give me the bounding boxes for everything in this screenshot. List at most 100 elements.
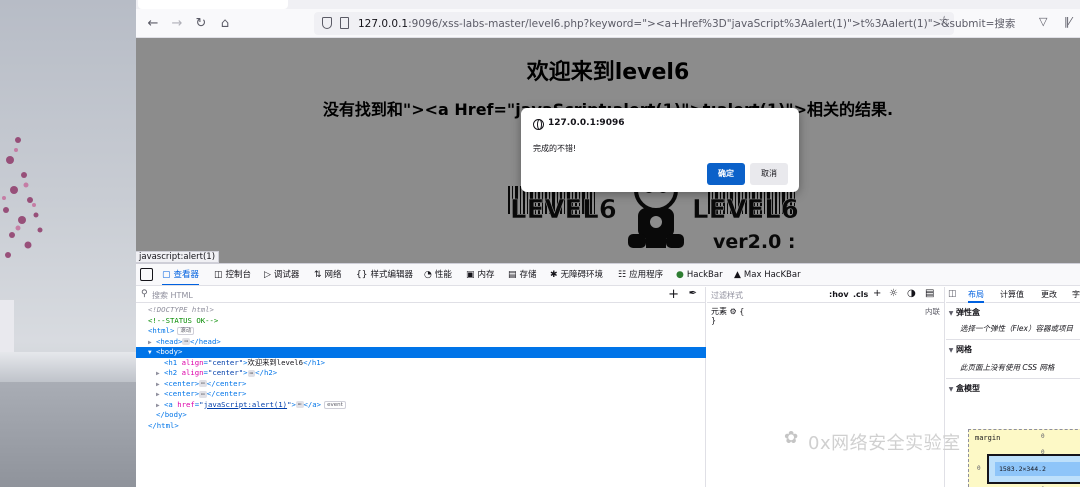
print-media-icon[interactable]: ▤ bbox=[925, 288, 934, 299]
page-info-icon[interactable] bbox=[340, 17, 349, 29]
sidebar-toggle-icon[interactable]: ◫ bbox=[948, 289, 957, 299]
markup-line-comment[interactable]: <!--STATUS OK--> bbox=[148, 316, 218, 327]
collapse-arrow-icon: ▼ bbox=[948, 347, 954, 354]
watermark-text: 0x网络安全实验室 bbox=[808, 433, 961, 454]
hackbar-icon: ● bbox=[676, 270, 684, 280]
cls-toggle[interactable]: .cls bbox=[853, 290, 868, 299]
collapsed-dots-icon[interactable]: ⋯ bbox=[199, 380, 207, 387]
markup-line-body-selected[interactable]: ▼ <body> bbox=[136, 347, 706, 358]
tab-performance[interactable]: ◔ 性能 bbox=[424, 264, 452, 285]
element-picker-icon[interactable] bbox=[140, 268, 153, 281]
globe-icon bbox=[533, 119, 544, 130]
tab-debugger[interactable]: ▷ 调试器 bbox=[264, 264, 299, 285]
style-editor-icon: {} bbox=[356, 270, 368, 280]
add-rule-icon[interactable]: + bbox=[873, 288, 881, 299]
collapsed-dots-icon[interactable]: ⋯ bbox=[295, 401, 304, 408]
active-tab[interactable] bbox=[138, 0, 288, 9]
tab-layout[interactable]: 布局 bbox=[968, 289, 984, 303]
markup-line-body-close[interactable]: </body> bbox=[156, 410, 187, 421]
markup-line-anchor[interactable]: ▶ <a href="javaScript:alert(1)"> ⋯ </a> even… bbox=[156, 400, 346, 411]
flexbox-section-header[interactable]: ▼ 弹性盒 bbox=[946, 307, 1080, 318]
add-node-icon[interactable]: + bbox=[668, 287, 679, 302]
shield-icon[interactable] bbox=[322, 17, 332, 29]
dark-theme-icon[interactable]: ◑ bbox=[907, 288, 916, 299]
tab-computed[interactable]: 计算值 bbox=[1000, 289, 1024, 300]
cancel-button[interactable]: 取消 bbox=[750, 163, 788, 185]
tab-strip bbox=[136, 0, 1080, 9]
tab-accessibility[interactable]: ✱ 无障碍环境 bbox=[550, 264, 603, 285]
tab-memory[interactable]: ▣ 内存 bbox=[466, 264, 495, 285]
markup-line-html-close[interactable]: </html> bbox=[148, 421, 179, 432]
url-path: :9096/xss-labs-master/level6.php?keyword… bbox=[408, 18, 1016, 30]
url-bar[interactable]: 127.0.0.1:9096/xss-labs-master/level6.ph… bbox=[314, 12, 1015, 35]
markup-line-h2[interactable]: ▶ <h2 align="center"> ⋯ </h2> bbox=[156, 368, 277, 379]
layout-sidebar: ◫ 布局 计算值 更改 字 ▼ 弹性盒 选择一个弹性（Flex）容器或项目 ▼ 网格… bbox=[946, 287, 1080, 487]
devtools-toolbar: ▢ 查看器 ◫ 控制台 ▷ 调试器 ⇅ 网络 {} 样式编辑器 ◔ 性能 ▣ 内存 ▤ 存储 ✱… bbox=[136, 264, 1080, 286]
url-host: 127.0.0.1 bbox=[358, 18, 409, 30]
light-theme-icon[interactable]: ☼ bbox=[889, 288, 898, 299]
flexbox-hint: 选择一个弹性（Flex）容器或项目 bbox=[960, 324, 1073, 333]
markup-line-head[interactable]: ▶ <head> ⋯ </head> bbox=[148, 337, 221, 348]
margin-left-value[interactable]: 0 bbox=[977, 465, 981, 472]
back-icon[interactable]: ← bbox=[144, 15, 162, 33]
tab-console[interactable]: ◫ 控制台 bbox=[214, 264, 251, 285]
divider bbox=[946, 339, 1080, 340]
bookmark-star-icon[interactable]: ☆ bbox=[938, 14, 950, 29]
collapse-arrow-icon: ▼ bbox=[948, 310, 954, 317]
content-box[interactable]: 1583.2×344.2 bbox=[995, 462, 1080, 476]
tab-max-hackbar[interactable]: ▲ Max HacKBar bbox=[734, 264, 801, 285]
desktop-background bbox=[0, 0, 136, 487]
tab-storage[interactable]: ▤ 存储 bbox=[508, 264, 537, 285]
window-sill bbox=[0, 352, 136, 382]
url-text[interactable]: 127.0.0.1:9096/xss-labs-master/level6.ph… bbox=[358, 16, 1015, 31]
home-icon[interactable]: ⌂ bbox=[216, 15, 234, 33]
inline-label: 内联 bbox=[925, 307, 940, 316]
desk-shadow bbox=[0, 382, 136, 487]
tab-hackbar[interactable]: ● HackBar bbox=[676, 264, 723, 285]
debugger-icon: ▷ bbox=[264, 270, 271, 280]
console-icon: ◫ bbox=[214, 270, 223, 280]
collapse-arrow-icon: ▼ bbox=[948, 386, 954, 393]
boxmodel-section-header[interactable]: ▼ 盒模型 bbox=[946, 383, 1080, 394]
forward-icon[interactable]: → bbox=[168, 15, 186, 33]
markup-line-html[interactable]: <html> 滚动 bbox=[148, 326, 195, 337]
reload-icon[interactable]: ↻ bbox=[192, 15, 210, 33]
markup-line-doctype[interactable]: <!DOCTYPE html> bbox=[148, 305, 214, 316]
tab-network[interactable]: ⇅ 网络 bbox=[314, 264, 342, 285]
library-icon[interactable]: ‖⁄ bbox=[1064, 15, 1071, 28]
ok-button[interactable]: 确定 bbox=[707, 163, 745, 185]
gear-icon[interactable]: ⚙ bbox=[730, 307, 737, 316]
rules-view: 过滤样式 :hov .cls + ☼ ◑ ▤ 元素 ⚙ { 内联 } bbox=[707, 287, 945, 487]
tab-fonts[interactable]: 字 bbox=[1072, 289, 1080, 300]
tab-application[interactable]: ☷ 应用程序 bbox=[618, 264, 663, 285]
tab-changes[interactable]: 更改 bbox=[1041, 289, 1057, 300]
tab-style-editor[interactable]: {} 样式编辑器 bbox=[356, 264, 413, 285]
grid-section-header[interactable]: ▼ 网格 bbox=[946, 344, 1080, 355]
collapsed-dots-icon[interactable]: ⋯ bbox=[182, 338, 190, 345]
markup-line-center-1[interactable]: ▶ <center> ⋯ </center> bbox=[156, 379, 246, 390]
eyedropper-icon[interactable]: ✒ bbox=[689, 288, 697, 299]
html-search-input[interactable]: 搜索 HTML bbox=[152, 290, 193, 301]
inspector-markup-view: ⚲ 搜索 HTML + ✒ <!DOCTYPE html> <!--STATUS… bbox=[136, 287, 706, 487]
max-hackbar-icon: ▲ bbox=[734, 270, 741, 280]
pocket-icon[interactable]: ▽ bbox=[1039, 15, 1047, 28]
divider bbox=[946, 378, 1080, 379]
search-icon: ⚲ bbox=[141, 289, 148, 299]
markup-line-h1[interactable]: <h1 align="center">欢迎来到level6</h1> bbox=[164, 358, 325, 369]
dialog-message: 完成的不错! bbox=[533, 144, 577, 153]
hov-toggle[interactable]: :hov bbox=[829, 290, 849, 299]
html-search-bar[interactable]: ⚲ 搜索 HTML + ✒ bbox=[136, 287, 705, 303]
collapsed-dots-icon[interactable]: ⋯ bbox=[247, 369, 256, 377]
collapsed-dots-icon[interactable]: ⋯ bbox=[199, 390, 207, 398]
filter-styles-input[interactable]: 过滤样式 bbox=[711, 290, 743, 301]
tab-inspector[interactable]: ▢ 查看器 bbox=[162, 264, 200, 285]
collapse-arrow-icon[interactable]: ▼ bbox=[148, 348, 156, 359]
status-link-url: javascript:alert(1) bbox=[136, 251, 220, 263]
memory-icon: ▣ bbox=[466, 270, 475, 280]
navigation-toolbar: ← → ↻ ⌂ 127.0.0.1:9096/xss-labs-master/l… bbox=[136, 9, 1080, 38]
event-badge[interactable]: event bbox=[324, 400, 346, 409]
markup-line-center-2[interactable]: ▶ <center> ⋯ </center> bbox=[156, 389, 246, 400]
rule-close-brace: } bbox=[711, 316, 717, 325]
scroll-badge[interactable]: 滚动 bbox=[177, 327, 195, 335]
layout-tabs: ◫ 布局 计算值 更改 字 bbox=[946, 287, 1080, 303]
